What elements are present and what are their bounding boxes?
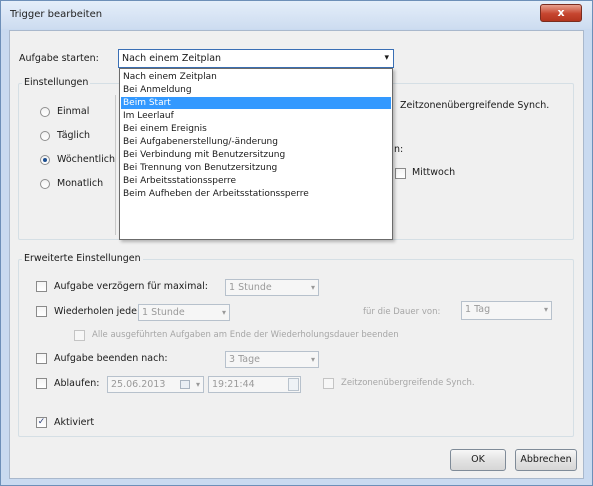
dropdown-option[interactable]: Bei einem Ereignis <box>121 123 391 135</box>
dropdown-option[interactable]: Nach einem Zeitplan <box>121 71 391 83</box>
radio-weekly[interactable] <box>40 155 50 165</box>
chevron-down-icon: ▾ <box>543 305 548 314</box>
cancel-button[interactable]: Abbrechen <box>515 449 577 471</box>
radio-once[interactable] <box>40 107 50 117</box>
expire-date-value: 25.06.2013 <box>111 379 166 390</box>
delay-checkbox[interactable] <box>36 281 47 292</box>
dialog-client: Aufgabe starten: Nach einem Zeitplan ▾ E… <box>9 30 584 479</box>
settings-colon-fragment: n: <box>394 144 404 155</box>
repeat-label: Wiederholen jede: <box>54 306 141 317</box>
stop-after-checkbox[interactable] <box>36 353 47 364</box>
expire-label: Ablaufen: <box>54 378 100 389</box>
dropdown-option[interactable]: Bei Anmeldung <box>121 84 391 96</box>
dropdown-option[interactable]: Im Leerlauf <box>121 110 391 122</box>
stop-after-label: Aufgabe beenden nach: <box>54 353 168 364</box>
close-button[interactable]: x <box>540 4 582 22</box>
expire-time-value: 19:21:44 <box>212 379 255 390</box>
close-icon: x <box>557 6 565 19</box>
ok-button[interactable]: OK <box>450 449 506 471</box>
radio-daily[interactable] <box>40 131 50 141</box>
chevron-down-icon: ▾ <box>310 283 315 292</box>
radio-daily-label: Täglich <box>57 130 91 141</box>
radio-monthly[interactable] <box>40 179 50 189</box>
wednesday-checkbox[interactable] <box>395 168 406 179</box>
spin-icon[interactable] <box>288 378 299 391</box>
expire-time-picker[interactable]: 19:21:44 <box>208 376 301 393</box>
dropdown-option[interactable]: Bei Trennung von Benutzersitzung <box>121 162 391 174</box>
chevron-down-icon: ▾ <box>221 308 226 317</box>
task-start-label: Aufgabe starten: <box>19 53 99 64</box>
stop-after-select[interactable]: 3 Tage ▾ <box>225 351 319 368</box>
chevron-down-icon: ▾ <box>310 355 315 364</box>
dropdown-option-highlighted[interactable]: Beim Start <box>121 97 391 109</box>
wednesday-label: Mittwoch <box>412 167 456 178</box>
radio-weekly-label: Wöchentlich <box>57 154 116 165</box>
settings-divider <box>115 95 116 235</box>
task-start-select[interactable]: Nach einem Zeitplan ▾ <box>118 49 394 68</box>
title-bar[interactable]: Trigger bearbeiten x <box>1 1 592 29</box>
repeat-value: 1 Stunde <box>142 307 185 318</box>
duration-label: für die Dauer von: <box>363 307 441 317</box>
enabled-label: Aktiviert <box>54 417 95 428</box>
ok-button-label: OK <box>471 454 485 465</box>
stop-all-checkbox[interactable] <box>74 330 85 341</box>
calendar-icon[interactable] <box>180 380 190 389</box>
delay-select[interactable]: 1 Stunde ▾ <box>225 279 319 296</box>
cancel-button-label: Abbrechen <box>520 454 572 465</box>
dropdown-option[interactable]: Bei Verbindung mit Benutzersitzung <box>121 149 391 161</box>
expire-sync-checkbox[interactable] <box>323 378 334 389</box>
advanced-group-title: Erweiterte Einstellungen <box>22 253 143 264</box>
dropdown-option[interactable]: Bei Aufgabenerstellung/-änderung <box>121 136 391 148</box>
repeat-checkbox[interactable] <box>36 306 47 317</box>
radio-once-label: Einmal <box>57 106 90 117</box>
duration-select[interactable]: 1 Tag ▾ <box>461 301 552 320</box>
stop-after-value: 3 Tage <box>229 354 260 365</box>
enabled-checkbox[interactable]: ✓ <box>36 417 47 428</box>
window-title: Trigger bearbeiten <box>10 9 103 20</box>
dropdown-option[interactable]: Bei Arbeitsstationssperre <box>121 175 391 187</box>
delay-value: 1 Stunde <box>229 282 272 293</box>
expire-checkbox[interactable] <box>36 378 47 389</box>
dropdown-option[interactable]: Beim Aufheben der Arbeitsstationssperre <box>121 188 391 200</box>
settings-group-title: Einstellungen <box>22 77 91 88</box>
task-start-selected: Nach einem Zeitplan <box>122 53 222 64</box>
repeat-select[interactable]: 1 Stunde ▾ <box>138 304 230 321</box>
expire-date-picker[interactable]: 25.06.2013 ▾ <box>107 376 204 393</box>
sync-label-settings: Zeitzonenübergreifende Synch. <box>400 100 550 111</box>
delay-label: Aufgabe verzögern für maximal: <box>54 281 208 292</box>
task-start-dropdown-list: Nach einem Zeitplan Bei Anmeldung Beim S… <box>119 68 393 240</box>
chevron-down-icon: ▾ <box>195 380 200 389</box>
chevron-down-icon: ▾ <box>384 53 389 63</box>
duration-value: 1 Tag <box>465 304 491 315</box>
stop-all-label: Alle ausgeführten Aufgaben am Ende der W… <box>92 330 399 340</box>
expire-sync-label: Zeitzonenübergreifende Synch. <box>341 378 475 388</box>
radio-monthly-label: Monatlich <box>57 178 104 189</box>
dialog-window: Trigger bearbeiten x Aufgabe starten: Na… <box>0 0 593 486</box>
